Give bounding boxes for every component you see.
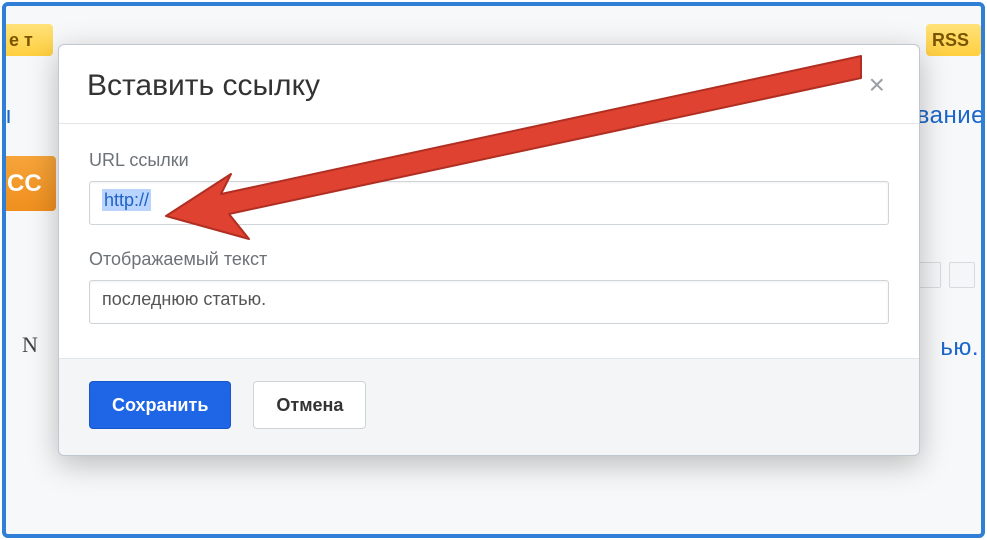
dialog-header: Вставить ссылку × bbox=[59, 45, 919, 124]
dialog-footer: Сохранить Отмена bbox=[59, 358, 919, 455]
bg-serif-letter: N bbox=[22, 332, 38, 358]
insert-link-dialog: Вставить ссылку × URL ссылки http:// Ото… bbox=[58, 44, 920, 456]
display-text-input[interactable]: последнюю статью. bbox=[89, 280, 889, 324]
display-text-value: последнюю статью. bbox=[102, 289, 266, 309]
url-input-value: http:// bbox=[102, 189, 151, 211]
display-text-label: Отображаемый текст bbox=[89, 249, 889, 270]
bg-pill-left: е т bbox=[2, 24, 53, 56]
url-label: URL ссылки bbox=[89, 150, 889, 171]
save-button[interactable]: Сохранить bbox=[89, 381, 231, 429]
url-input[interactable]: http:// bbox=[89, 181, 889, 225]
app-frame: е т RSS ы ование СС N ью. Вставить ссылк… bbox=[2, 2, 985, 538]
dialog-title: Вставить ссылку bbox=[87, 69, 320, 103]
close-icon[interactable]: × bbox=[863, 69, 891, 101]
dialog-body: URL ссылки http:// Отображаемый текст по… bbox=[59, 124, 919, 358]
bg-bottom-right-text: ью. bbox=[940, 334, 979, 362]
bg-orange-box: СС bbox=[2, 156, 56, 211]
bg-toolbar-btn bbox=[949, 262, 975, 288]
bg-pill-rss: RSS bbox=[926, 24, 981, 56]
bg-link-left: ы bbox=[2, 102, 12, 130]
cancel-button[interactable]: Отмена bbox=[253, 381, 366, 429]
